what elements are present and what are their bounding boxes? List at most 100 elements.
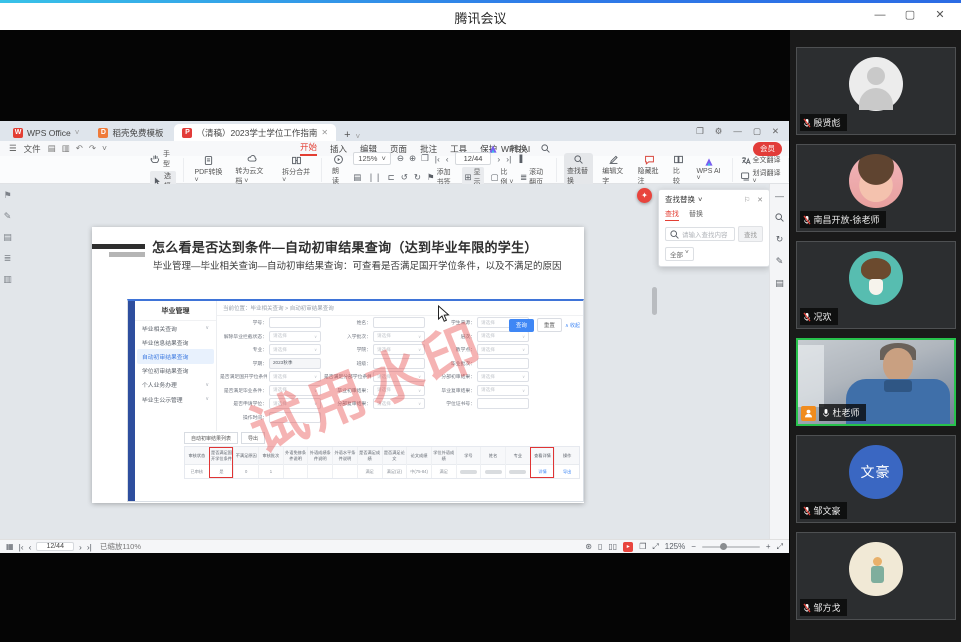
participant-tile[interactable]: 文豪邹文豪 xyxy=(796,435,956,523)
minimize-button[interactable]: — xyxy=(865,4,895,26)
screenshot-menu-item[interactable]: 自动初审结果查询 xyxy=(137,349,214,363)
export-button[interactable]: 导出 xyxy=(241,432,265,444)
annotate-icon[interactable]: ✎ xyxy=(4,211,12,222)
file-menu[interactable]: 文件 xyxy=(24,143,41,155)
field-input[interactable]: 2023秋季 xyxy=(269,358,321,369)
edit-panel-icon[interactable]: ✎ xyxy=(776,256,784,267)
minimize-icon[interactable]: — xyxy=(733,126,742,136)
new-tab-button[interactable]: + xyxy=(339,129,355,141)
thumbnail-icon[interactable]: ▤ xyxy=(3,232,12,243)
participant-tile[interactable]: 南昌开放-徐老师 xyxy=(796,144,956,232)
reset-button[interactable]: 重置 xyxy=(537,318,562,332)
maximize-icon[interactable]: ▢ xyxy=(753,126,761,137)
hand-tool-button[interactable]: 手型 xyxy=(150,149,176,169)
find-scope-filter[interactable]: 全部˅ xyxy=(665,247,694,261)
page-background-icon[interactable]: ▤ xyxy=(353,172,361,183)
pin-icon[interactable]: ⚐ xyxy=(744,196,750,204)
field-select[interactable]: 请选择∨ xyxy=(269,344,321,355)
field-input[interactable] xyxy=(373,317,425,328)
bookmark-icon[interactable]: ⚑ xyxy=(3,190,11,201)
outline-icon[interactable]: ≣ xyxy=(4,253,12,264)
field-input[interactable] xyxy=(373,358,425,369)
hamburger-icon[interactable]: ☰ xyxy=(9,143,17,154)
wps-tab[interactable]: D稻壳免费模板 xyxy=(90,124,171,141)
find-button[interactable]: 查找 xyxy=(738,226,763,242)
sync-icon[interactable]: ↻ xyxy=(776,234,784,245)
toolbar-button-WPS AI[interactable]: WPS AI ˅ xyxy=(693,156,724,183)
field-select[interactable]: 请选择∨ xyxy=(477,344,529,355)
field-input[interactable] xyxy=(477,398,529,409)
toolbar-button-转为云文档[interactable]: 转为云文档 ˅ xyxy=(232,153,273,187)
caret-down-icon[interactable]: ˅ xyxy=(698,195,702,204)
toolbar-button-隐藏批注[interactable]: 隐藏批注 xyxy=(635,153,664,187)
member-button[interactable]: 会员 xyxy=(753,142,782,156)
maximize-button[interactable]: ▢ xyxy=(895,4,925,26)
screenshot-menu-item[interactable]: 毕业相关查询∨ xyxy=(137,321,214,335)
fullscreen-button[interactable]: ⤢ xyxy=(777,542,783,552)
field-select[interactable]: 请选择∨ xyxy=(269,398,321,409)
pages-panel-icon[interactable]: ▤ xyxy=(775,278,784,289)
zoom-in-icon[interactable]: ⊕ xyxy=(409,153,416,164)
save-icon[interactable]: ▤ xyxy=(48,143,56,154)
field-input[interactable] xyxy=(269,317,321,328)
participant-tile[interactable]: 邹方戈 xyxy=(796,532,956,620)
toolbar-button-拆分合并[interactable]: 拆分合并 ˅ xyxy=(279,154,314,185)
status-prev-page[interactable]: ‹ xyxy=(29,542,32,552)
screenshot-menu-item[interactable]: 毕业生公示管理∨ xyxy=(137,392,214,406)
tab-close-icon[interactable]: ✕ xyxy=(321,128,328,137)
print-icon[interactable]: ▥ xyxy=(62,143,70,154)
column-icon[interactable]: ❚ xyxy=(517,153,524,164)
field-select[interactable]: 请选择∨ xyxy=(373,331,425,342)
wps-tab[interactable]: WWPS Office˅ xyxy=(5,124,87,141)
attachment-icon[interactable]: ▥ xyxy=(3,274,12,285)
toolbar-button-全文翻译[interactable]: 全文翻译 xyxy=(740,155,781,166)
field-input[interactable] xyxy=(269,412,321,423)
status-page-input[interactable]: 12/44 xyxy=(36,542,74,551)
more-icon[interactable]: ˅ xyxy=(102,143,107,154)
screenshot-menu-item[interactable]: 学位初审结果查询 xyxy=(137,364,214,378)
field-select[interactable]: 请选择∨ xyxy=(477,371,529,382)
close-button[interactable]: ✕ xyxy=(925,4,955,26)
field-select[interactable]: 请选择∨ xyxy=(269,371,321,382)
wps-tab[interactable]: P（清稿）2023学士学位工作指南✕ xyxy=(174,124,336,141)
zoom-out-button[interactable]: − xyxy=(691,542,696,551)
participant-tile[interactable]: 杜老师 xyxy=(796,338,956,426)
panel-close-icon[interactable]: ✕ xyxy=(757,196,763,204)
read-aloud-button[interactable]: 朗读 xyxy=(329,153,347,187)
play-mode-icon[interactable]: ▸ xyxy=(623,542,633,552)
find-panel-tab-查找[interactable]: 查找 xyxy=(665,209,679,221)
field-select[interactable]: 请选择∨ xyxy=(373,398,425,409)
frame-view-icon[interactable]: ⊏ xyxy=(388,172,395,183)
table-cell[interactable]: 详情 xyxy=(531,465,555,478)
field-select[interactable]: 请选择∨ xyxy=(269,331,321,342)
rotate-right-icon[interactable]: ↻ xyxy=(414,172,421,183)
redo-icon[interactable]: ↷ xyxy=(89,143,96,154)
vertical-scrollbar[interactable] xyxy=(652,287,657,315)
screenshot-menu-item[interactable]: 毕业信息结果查询 xyxy=(137,335,214,349)
zoom-out-icon[interactable]: ⊖ xyxy=(397,153,404,164)
toolbar-button-比较[interactable]: 比较 xyxy=(670,153,688,187)
field-select[interactable]: 请选择∨ xyxy=(477,385,529,396)
field-select[interactable]: 请选择∨ xyxy=(373,344,425,355)
status-settings-icon[interactable]: ⊛ xyxy=(585,542,592,551)
toolbar-button-PDF转换[interactable]: PDF转换 ˅ xyxy=(191,154,226,185)
participant-tile[interactable]: 况欢 xyxy=(796,241,956,329)
field-select[interactable]: 请选择∨ xyxy=(373,385,425,396)
participant-tile[interactable]: 殷贤彪 xyxy=(796,47,956,135)
page-number-input[interactable]: 12/44 xyxy=(455,152,492,165)
field-select[interactable]: 请选择∨ xyxy=(477,331,529,342)
page-last-button[interactable]: ›| xyxy=(506,154,511,164)
zoom-in-button[interactable]: + xyxy=(766,542,771,551)
toolbar-button-划词翻译[interactable]: 划词翻译 ˅ xyxy=(740,168,781,185)
find-panel-tab-替换[interactable]: 替换 xyxy=(689,209,703,221)
rotate-left-icon[interactable]: ↺ xyxy=(401,172,408,183)
screenshot-menu-item[interactable]: 个人业务办理∨ xyxy=(137,378,214,392)
collapse-link[interactable]: ∧ 收起 xyxy=(565,322,580,329)
zoom-slider[interactable] xyxy=(702,546,760,548)
fit-width-icon[interactable]: ⤢ xyxy=(652,542,658,552)
zoom-select[interactable]: 125%˅ xyxy=(353,152,391,165)
toolbar-button-编辑文字[interactable]: 编辑文字 xyxy=(599,153,628,187)
double-page-icon[interactable]: ▯▯ xyxy=(608,542,617,551)
page-first-button[interactable]: |‹ xyxy=(435,154,440,164)
status-last-page[interactable]: ›| xyxy=(87,542,92,552)
